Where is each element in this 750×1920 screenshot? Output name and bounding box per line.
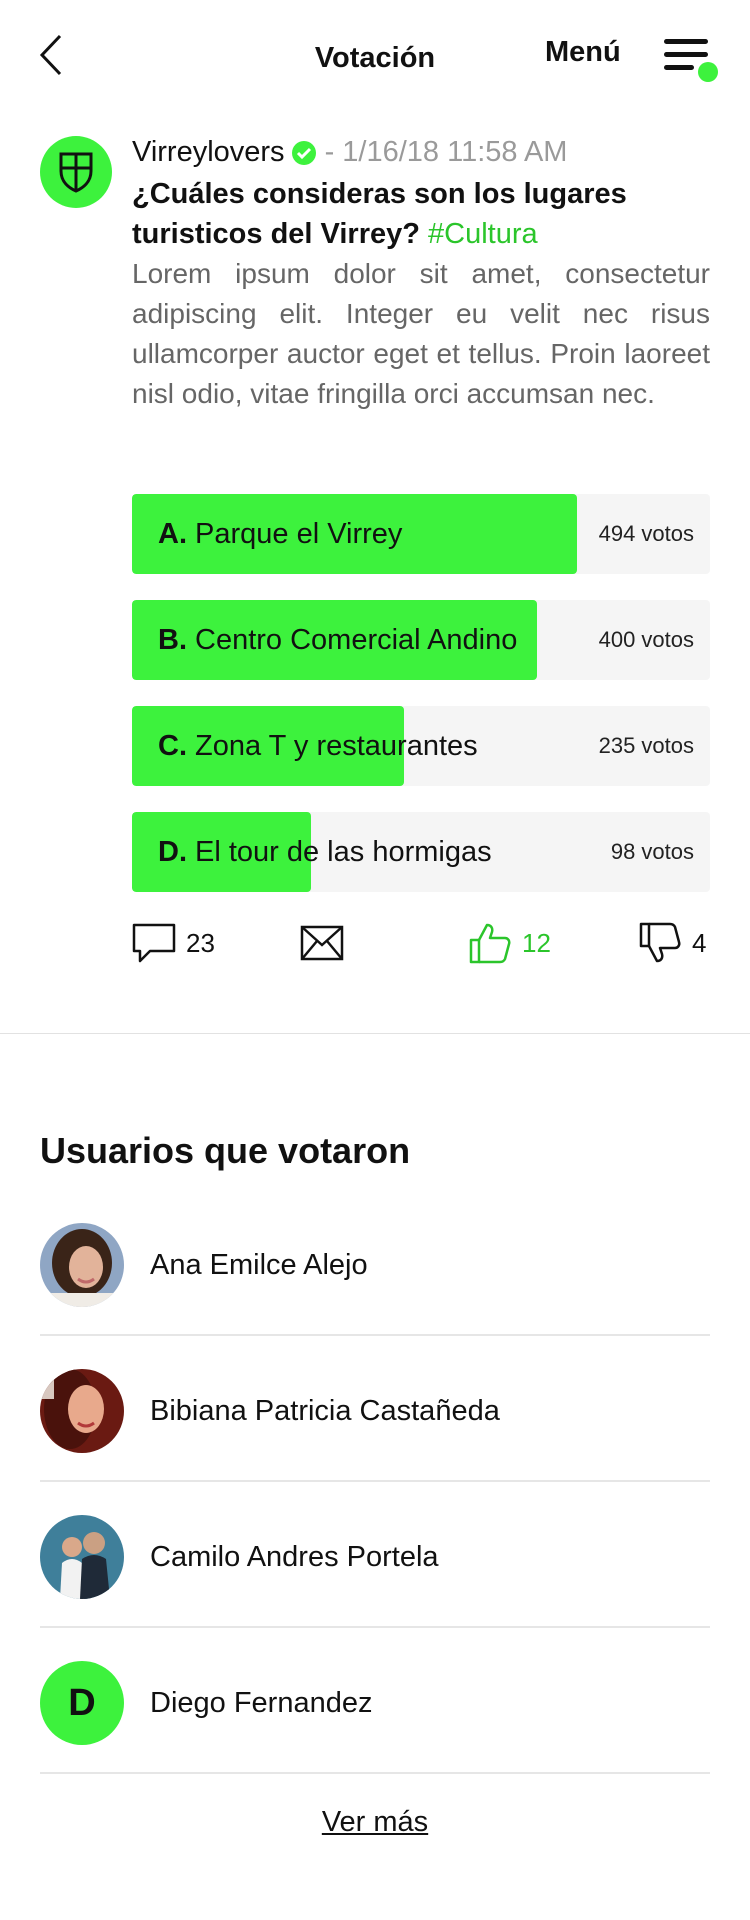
voter-row[interactable]: Camilo Andres Portela	[40, 1482, 710, 1628]
voter-row[interactable]: Ana Emilce Alejo	[40, 1190, 710, 1336]
comment-count: 23	[186, 927, 215, 958]
poll-option-label: C. Zona T y restaurantes	[158, 730, 478, 762]
author-avatar[interactable]	[40, 136, 112, 208]
dislike-button[interactable]: 4	[638, 920, 706, 966]
like-button[interactable]: 12	[468, 920, 551, 966]
like-count: 12	[522, 927, 551, 958]
avatar-initial: D	[68, 1681, 96, 1724]
page-title: Votación	[314, 42, 436, 74]
poll-vote-count: 494 votos	[598, 521, 694, 546]
voter-name: Camilo Andres Portela	[150, 1541, 439, 1573]
verified-icon	[291, 140, 317, 166]
poll-option-label: A. Parque el Virrey	[158, 518, 403, 550]
post-date: - 1/16/18 11:58 AM	[324, 136, 568, 168]
voters-title: Usuarios que votaron	[40, 1130, 411, 1171]
menu-button[interactable]	[662, 38, 720, 86]
comment-button[interactable]: 23	[132, 920, 215, 966]
avatar: D	[40, 1661, 124, 1745]
thumbs-up-icon	[469, 923, 511, 964]
post-body: Lorem ipsum dolor sit amet, consectetur …	[132, 258, 710, 409]
poll-vote-count: 235 votos	[598, 733, 694, 758]
avatar	[40, 1369, 124, 1453]
avatar	[40, 1223, 124, 1307]
poll-option-c[interactable]: C. Zona T y restaurantes 235 votos	[132, 706, 710, 786]
post-question: ¿Cuáles consideras son los lugares turis…	[132, 174, 718, 254]
see-more: Ver más	[0, 1806, 750, 1839]
thumbs-down-icon	[639, 922, 681, 963]
comment-icon	[132, 923, 176, 963]
avatar	[40, 1515, 124, 1599]
poll-vote-count: 400 votos	[598, 627, 694, 652]
post-meta: Virreylovers - 1/16/18 11:58 AM	[132, 136, 567, 169]
dislike-count: 4	[692, 927, 707, 958]
menu-label[interactable]: Menú	[545, 36, 621, 69]
poll-vote-count: 98 votos	[610, 839, 694, 864]
voter-name: Bibiana Patricia Castañeda	[150, 1395, 500, 1427]
mail-icon	[300, 925, 344, 961]
hashtag-link[interactable]: #Cultura	[428, 218, 538, 250]
section-divider	[0, 1033, 750, 1034]
see-more-link[interactable]: Ver más	[322, 1806, 428, 1838]
poll-option-label: B. Centro Comercial Andino	[158, 624, 518, 656]
voter-row[interactable]: Bibiana Patricia Castañeda	[40, 1336, 710, 1482]
post-author[interactable]: Virreylovers	[132, 136, 285, 169]
question-text: ¿Cuáles consideras son los lugares turis…	[132, 178, 627, 250]
poll-option-d[interactable]: D. El tour de las hormigas 98 votos	[132, 812, 710, 892]
row-divider	[40, 1772, 710, 1774]
voter-row[interactable]: D Diego Fernandez	[40, 1628, 710, 1774]
voter-name: Diego Fernandez	[150, 1687, 373, 1719]
poll-option-b[interactable]: B. Centro Comercial Andino 400 votos	[132, 600, 710, 680]
poll-option-a[interactable]: A. Parque el Virrey 494 votos	[132, 494, 710, 574]
menu-icon	[664, 39, 718, 82]
shield-icon	[59, 152, 93, 193]
share-mail-button[interactable]	[300, 920, 344, 966]
poll-option-label: D. El tour de las hormigas	[158, 836, 492, 868]
voter-name: Ana Emilce Alejo	[150, 1249, 368, 1281]
